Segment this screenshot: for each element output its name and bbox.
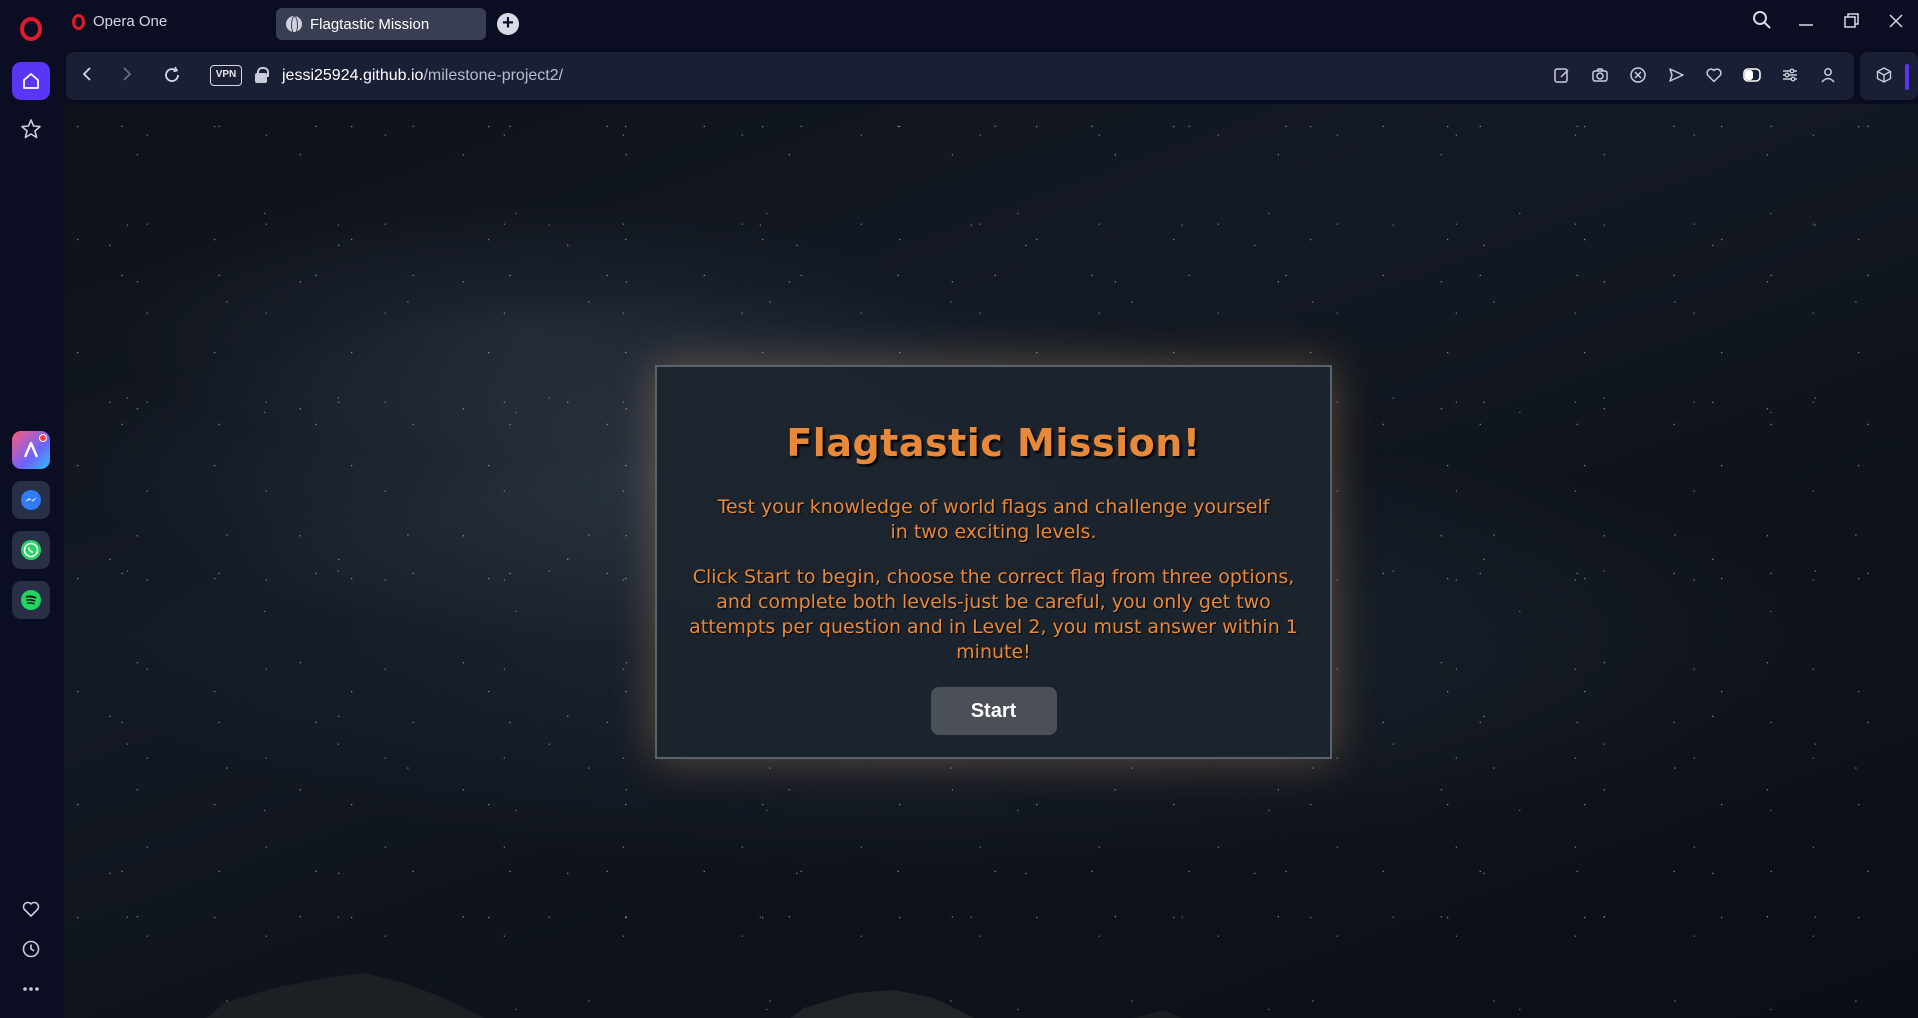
easy-setup-icon: [1743, 68, 1761, 82]
forward-button[interactable]: [116, 66, 136, 86]
page-title: Flagtastic Mission!: [786, 421, 1201, 465]
reload-button[interactable]: [162, 66, 182, 86]
more-button[interactable]: [12, 970, 50, 1008]
close-button[interactable]: [1882, 10, 1910, 38]
edit-button[interactable]: [1552, 66, 1572, 86]
back-button[interactable]: [78, 66, 98, 86]
chevron-right-icon: [123, 67, 132, 81]
send-button[interactable]: [1666, 66, 1686, 86]
home-icon: [23, 73, 39, 89]
restore-button[interactable]: [1838, 10, 1866, 38]
instructions-text: Click Start to begin, choose the correct…: [689, 566, 1298, 663]
history-icon: [22, 940, 40, 958]
snapshot-button[interactable]: [1590, 66, 1610, 86]
spotify-button[interactable]: [12, 581, 50, 619]
edit-icon: [1554, 68, 1569, 83]
extensions-area: [1860, 52, 1918, 100]
extensions-button[interactable]: [1874, 66, 1894, 86]
more-icon: [23, 987, 39, 991]
opera-logo-icon[interactable]: [20, 17, 42, 41]
address-bar: VPN jessi25924.github.io/milestone-proje…: [66, 52, 1854, 100]
sidebar-toggle-indicator[interactable]: [1905, 64, 1909, 90]
bookmarks-button[interactable]: [12, 110, 50, 148]
account-button[interactable]: [1818, 66, 1838, 86]
url-path: /milestone-project2/: [423, 67, 564, 84]
vpn-badge[interactable]: VPN: [210, 65, 242, 86]
bookmarks-icon: [21, 119, 41, 139]
workspace-label[interactable]: Opera One: [72, 13, 167, 30]
home-button[interactable]: [12, 62, 50, 100]
globe-icon: [286, 16, 302, 34]
settings-button[interactable]: [1780, 66, 1800, 86]
camera-icon: [1592, 68, 1608, 82]
title-bar: Opera One Flagtastic Mission +: [0, 0, 1918, 48]
reload-icon: [165, 66, 179, 82]
mountains-silhouette: [206, 973, 1183, 1018]
brand-label: Opera One: [93, 13, 168, 30]
chevron-left-icon: [82, 67, 91, 81]
search-icon[interactable]: [1748, 10, 1776, 38]
history-button[interactable]: [12, 930, 50, 968]
spotify-icon: [21, 590, 41, 610]
favorites-button[interactable]: [12, 890, 50, 928]
url-field[interactable]: jessi25924.github.io/milestone-project2/: [282, 67, 563, 85]
aria-icon: [23, 441, 39, 458]
lock-icon[interactable]: [255, 67, 269, 83]
whatsapp-icon: [21, 540, 41, 560]
tab-active[interactable]: Flagtastic Mission: [276, 8, 486, 40]
adblock-icon: [1630, 67, 1646, 83]
settings-icon: [1783, 68, 1797, 82]
sidebar: [0, 48, 62, 1018]
url-host: jessi25924.github.io: [282, 67, 424, 84]
account-icon: [1821, 68, 1835, 83]
heart-icon: [1706, 68, 1722, 83]
start-button[interactable]: Start: [930, 687, 1057, 735]
favorite-page-button[interactable]: [1704, 66, 1724, 86]
notification-dot: [39, 434, 47, 442]
opera-mini-icon: [72, 13, 85, 30]
extensions-icon: [1876, 67, 1892, 83]
messenger-icon: [21, 490, 41, 510]
messenger-button[interactable]: [12, 481, 50, 519]
new-tab-button[interactable]: +: [497, 13, 519, 35]
send-icon: [1669, 68, 1684, 82]
minimize-button[interactable]: [1792, 10, 1820, 38]
aria-button[interactable]: [12, 431, 50, 469]
heart-icon: [22, 901, 40, 917]
intro-text: Test your knowledge of world flags and c…: [717, 496, 1270, 543]
web-page: Flagtastic Mission! Test your knowledge …: [64, 104, 1918, 1018]
game-intro-card: Flagtastic Mission! Test your knowledge …: [655, 365, 1332, 759]
adblock-button[interactable]: [1628, 66, 1648, 86]
easy-setup-button[interactable]: [1742, 66, 1762, 86]
tab-title: Flagtastic Mission: [310, 15, 430, 33]
whatsapp-button[interactable]: [12, 531, 50, 569]
